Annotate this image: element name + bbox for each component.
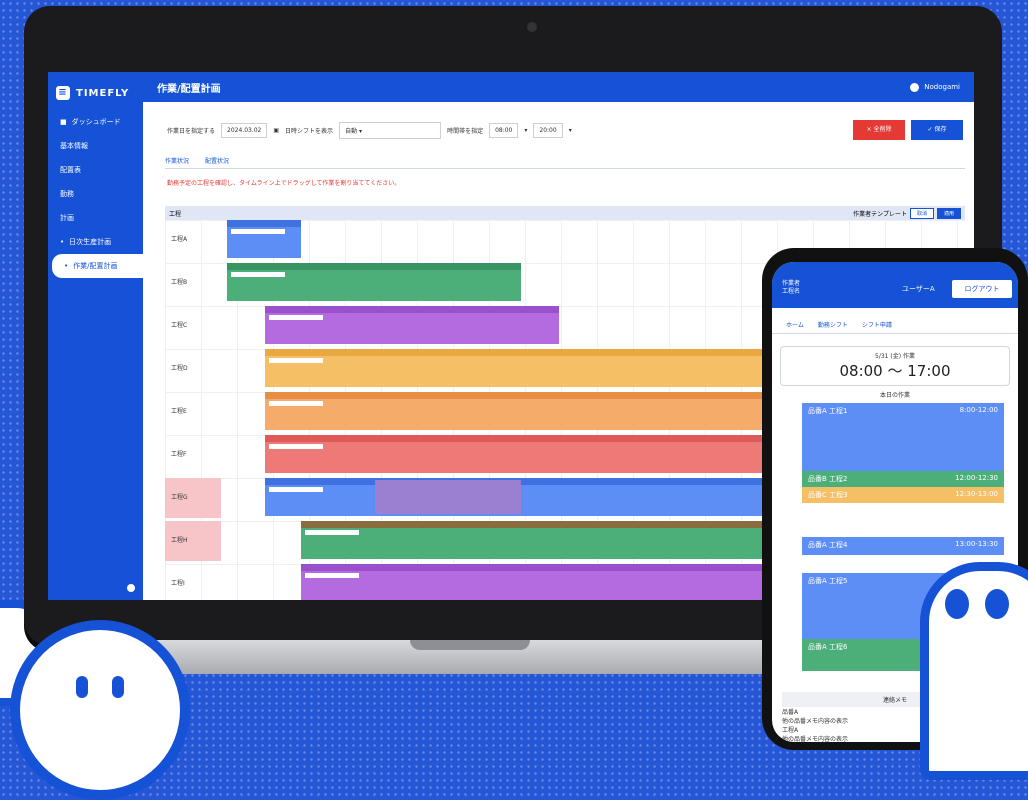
sidebar-item-plan[interactable]: 計画 xyxy=(48,206,143,230)
gantt-row-label: 工程I xyxy=(171,580,185,587)
app-logo[interactable]: ≡ TIMEFLY xyxy=(48,72,143,110)
gantt-bar[interactable] xyxy=(227,220,301,258)
avatar-icon xyxy=(910,82,920,92)
gantt-row-label: 工程A xyxy=(171,236,188,243)
calendar-icon[interactable]: ▣ xyxy=(273,127,279,134)
bullet-icon: • xyxy=(60,238,65,246)
gantt-row-label: 工程F xyxy=(171,451,187,458)
chevron-down-icon: ▾ xyxy=(524,127,528,134)
sidebar: ≡ TIMEFLY ■ ダッシュボード 基本情報 配置表 勤務 計画 • 日次生産計… xyxy=(48,72,143,600)
time-from-select[interactable]: 08:00 xyxy=(489,123,519,138)
top-bar: 作業/配置計画 Nodogami xyxy=(143,72,974,102)
shift-select[interactable]: 自動 ▾ xyxy=(339,122,442,139)
user-menu[interactable]: Nodogami xyxy=(910,82,960,92)
tab-shift[interactable]: 勤務シフト xyxy=(818,320,848,329)
gantt-row-label: 工程B xyxy=(171,279,188,286)
chevron-down-icon: ▾ xyxy=(568,127,572,134)
phone-header: 作業者 工程名 ユーザーA ログアウト xyxy=(772,262,1018,308)
notice-text: 勤務予定の工程を確認し、タイムライン上でドラッグして作業を割り当ててください。 xyxy=(167,180,401,187)
today-shift-card: 5/31 (金) 作業 08:00 〜 17:00 xyxy=(780,346,1010,386)
work-block[interactable]: 品番A 工程4 13:00-13:30 xyxy=(802,537,1004,555)
theme-toggle-icon[interactable] xyxy=(127,584,135,592)
work-block[interactable]: 品番A 工程1 8:00-12:00 xyxy=(802,403,1004,471)
page-title: 作業/配置計画 xyxy=(157,83,221,95)
logo-icon: ≡ xyxy=(56,86,70,100)
phone-tab-bar: ホーム 勤務シフト シフト申請 xyxy=(772,308,1018,334)
mascot-character-left xyxy=(10,620,190,800)
sidebar-item-dashboard[interactable]: ■ ダッシュボード xyxy=(48,110,143,134)
gantt-bar[interactable] xyxy=(265,306,559,344)
gantt-row-label: 工程C xyxy=(171,322,188,329)
phone-user-name: ユーザーA xyxy=(902,285,935,293)
work-block[interactable]: 品番B 工程2 12:00-12:30 xyxy=(802,471,1004,487)
mascot-eye xyxy=(112,676,124,698)
mascot-character-right xyxy=(920,562,1028,780)
gantt-row-label: 工程D xyxy=(171,365,188,372)
gantt-row-label: 工程E xyxy=(171,408,187,415)
cancel-button[interactable]: 取消 xyxy=(909,207,934,219)
filter-bar: 作業日を指定する 2024.03.02 ▣ 日時シフトを表示 自動 ▾ 時間帯を… xyxy=(167,122,572,139)
tab-assignment-status[interactable]: 配置状況 xyxy=(205,156,229,165)
laptop-base xyxy=(90,640,850,674)
gantt-row-label: 工程G xyxy=(165,478,221,518)
tab-work-status[interactable]: 作業状況 xyxy=(165,156,189,165)
dashboard-icon: ■ xyxy=(60,118,67,126)
tab-home[interactable]: ホーム xyxy=(786,320,804,329)
sidebar-item-basic-info[interactable]: 基本情報 xyxy=(48,134,143,158)
gantt-header: 工程 作業者テンプレート 取消 適用 xyxy=(165,206,965,220)
save-button[interactable]: ✓ 保存 xyxy=(911,120,963,140)
camera-icon xyxy=(527,22,537,32)
mascot-eye xyxy=(945,589,969,619)
mascot-eye xyxy=(985,589,1009,619)
sidebar-item-work-plan[interactable]: • 作業/配置計画 xyxy=(52,254,143,278)
time-to-select[interactable]: 20:00 xyxy=(533,123,563,138)
chevron-down-icon: ▾ xyxy=(359,128,363,135)
apply-button[interactable]: 適用 xyxy=(936,207,961,219)
date-input[interactable]: 2024.03.02 xyxy=(221,123,268,138)
work-block[interactable]: 品番C 工程3 12:30-13:00 xyxy=(802,487,1004,503)
tab-bar: 作業状況 配置状況 xyxy=(165,156,965,169)
logout-button[interactable]: ログアウト xyxy=(952,280,1012,298)
bullet-icon: • xyxy=(64,262,69,270)
gantt-row-label: 工程H xyxy=(165,521,221,561)
today-work-heading: 本日の作業 xyxy=(879,392,910,399)
tab-shift-request[interactable]: シフト申請 xyxy=(862,320,892,329)
shift-time: 08:00 〜 17:00 xyxy=(839,362,951,380)
sidebar-item-assignment[interactable]: 配置表 xyxy=(48,158,143,182)
mascot-eye xyxy=(76,676,88,698)
sidebar-item-attendance[interactable]: 勤務 xyxy=(48,182,143,206)
sidebar-item-daily-plan[interactable]: • 日次生産計画 xyxy=(48,230,143,254)
delete-all-button[interactable]: × 全削除 xyxy=(853,120,905,140)
gantt-bar[interactable] xyxy=(375,480,521,514)
gantt-bar[interactable] xyxy=(227,263,521,301)
